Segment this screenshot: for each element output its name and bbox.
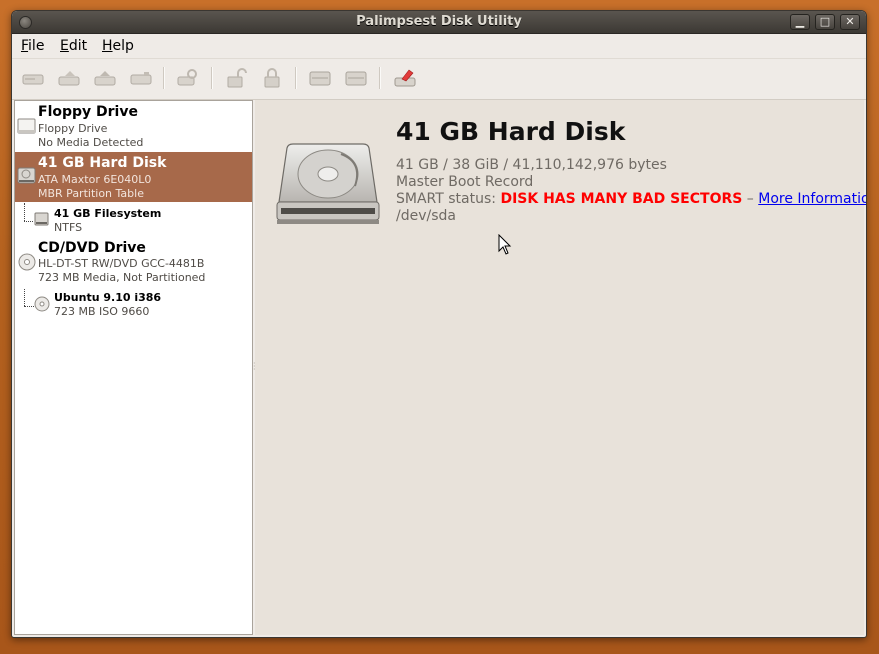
menu-edit[interactable]: Edit: [60, 38, 87, 54]
menu-file-label: ile: [28, 38, 45, 54]
storage-device-tree[interactable]: Floppy Drive Floppy Drive No Media Detec…: [14, 100, 253, 635]
lock-icon[interactable]: [261, 68, 283, 88]
toolbar: [12, 59, 866, 100]
more-information-link[interactable]: More Information: [758, 191, 866, 207]
disk-utility-window: Palimpsest Disk Utility ▁ □ ✕ File Edit …: [11, 10, 867, 638]
details-pane: 41 GB Hard Disk 41 GB / 38 GiB / 41,110,…: [255, 100, 866, 635]
tree-item-floppy-drive[interactable]: Floppy Drive Floppy Drive No Media Detec…: [15, 101, 252, 151]
eject-icon[interactable]: [94, 68, 116, 88]
hard-disk-large-icon: [276, 143, 380, 224]
mouse-cursor-icon: [498, 234, 512, 255]
menu-help-label: elp: [112, 38, 134, 54]
tree-item-subtitle: 723 MB Media, Not Partitioned: [38, 271, 206, 284]
tree-item-filesystem[interactable]: 41 GB Filesystem NTFS: [15, 204, 252, 237]
menu-file[interactable]: File: [21, 38, 44, 54]
device-path: /dev/sda: [396, 208, 456, 224]
tree-item-subtitle: NTFS: [54, 221, 83, 234]
filesystem-icon: [34, 212, 49, 226]
unlock-icon[interactable]: [225, 68, 247, 88]
toolbar-separator: [295, 67, 297, 89]
unmount-icon[interactable]: [58, 68, 80, 88]
tree-item-cd-dvd-drive[interactable]: CD/DVD Drive HL-DT-ST RW/DVD GCC-4481B 7…: [15, 238, 252, 288]
disk-size: 41 GB / 38 GiB / 41,110,142,976 bytes: [396, 157, 667, 173]
menu-help-mnemonic: H: [102, 38, 113, 54]
delete-partition-icon[interactable]: [345, 68, 367, 88]
maximize-button[interactable]: □: [815, 14, 835, 30]
optical-media-icon: [34, 296, 50, 312]
smart-status-line: SMART status: DISK HAS MANY BAD SECTORS …: [396, 191, 866, 207]
optical-drive-icon: [18, 253, 36, 271]
toolbar-separator: [379, 67, 381, 89]
menu-edit-mnemonic: E: [60, 38, 69, 54]
smart-status-separator: –: [742, 191, 759, 207]
tree-item-title: Ubuntu 9.10 i386: [54, 291, 162, 304]
toolbar-separator: [163, 67, 165, 89]
tree-item-subtitle: MBR Partition Table: [38, 187, 144, 200]
create-partition-icon[interactable]: [309, 68, 331, 88]
close-button[interactable]: ✕: [840, 14, 860, 30]
tree-item-subtitle: Floppy Drive: [38, 122, 108, 135]
tree-item-title: 41 GB Hard Disk: [38, 155, 167, 171]
smart-status-value: DISK HAS MANY BAD SECTORS: [500, 191, 743, 207]
title-bar[interactable]: Palimpsest Disk Utility ▁ □ ✕: [12, 11, 866, 34]
tree-item-hard-disk[interactable]: 41 GB Hard Disk ATA Maxtor 6E040L0 MBR P…: [15, 152, 252, 202]
format-icon[interactable]: [394, 68, 416, 88]
partitioning-scheme: Master Boot Record: [396, 174, 534, 190]
floppy-drive-icon: [17, 118, 36, 134]
minimize-button[interactable]: ▁: [790, 14, 810, 30]
menu-file-mnemonic: F: [21, 38, 29, 54]
tree-item-title: 41 GB Filesystem: [54, 207, 162, 220]
tree-item-title: Floppy Drive: [38, 104, 138, 120]
menu-help[interactable]: Help: [102, 38, 134, 54]
tree-item-subtitle: 723 MB ISO 9660: [54, 305, 150, 318]
menu-bar: File Edit Help: [12, 34, 866, 59]
menu-edit-label: dit: [68, 38, 88, 54]
hard-disk-icon: [17, 167, 36, 184]
tree-item-subtitle: ATA Maxtor 6E040L0: [38, 173, 152, 186]
mount-icon[interactable]: [22, 68, 44, 88]
tree-item-subtitle: HL-DT-ST RW/DVD GCC-4481B: [38, 257, 205, 270]
tree-item-title: CD/DVD Drive: [38, 240, 146, 256]
disk-title: 41 GB Hard Disk: [396, 117, 626, 146]
smart-status-label: SMART status:: [396, 191, 501, 207]
tree-item-subtitle: No Media Detected: [38, 136, 144, 149]
window-title: Palimpsest Disk Utility: [356, 14, 522, 29]
check-filesystem-icon[interactable]: [177, 68, 199, 88]
toolbar-separator: [211, 67, 213, 89]
detach-icon[interactable]: [130, 68, 152, 88]
tree-item-ubuntu-iso[interactable]: Ubuntu 9.10 i386 723 MB ISO 9660: [15, 289, 252, 323]
